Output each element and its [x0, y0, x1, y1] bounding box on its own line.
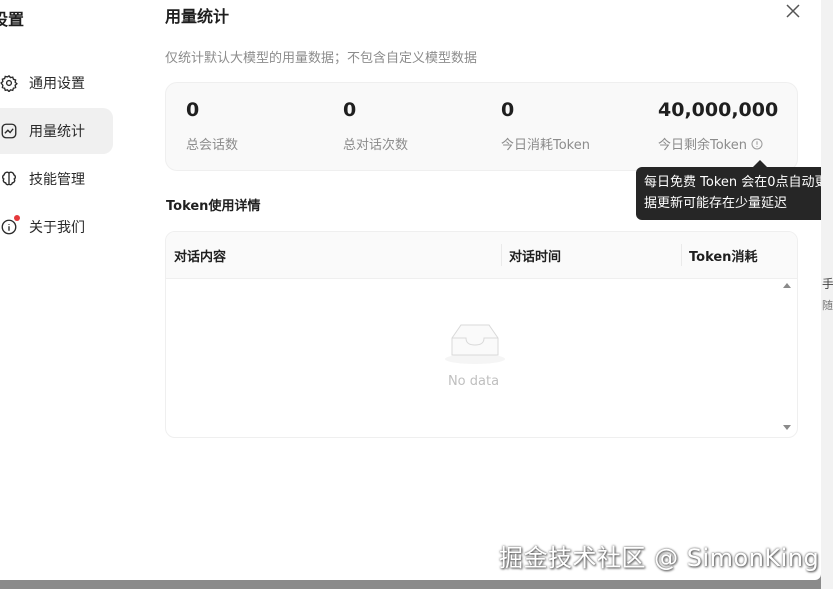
- stat-total-conversations-value: 0: [343, 99, 357, 121]
- info-icon: [0, 215, 20, 236]
- sidebar-item-label: 用量统计: [29, 124, 85, 140]
- scroll-up-arrow[interactable]: [783, 283, 791, 288]
- token-usage-table: 对话内容 对话时间 Token消耗 No data: [165, 231, 798, 438]
- column-divider: [681, 244, 682, 266]
- column-header-time[interactable]: 对话时间: [509, 246, 561, 265]
- table-header: 对话内容 对话时间 Token消耗: [166, 232, 797, 279]
- close-icon: [786, 4, 800, 18]
- gear-icon: [0, 74, 18, 92]
- page-title: 用量统计: [165, 7, 230, 26]
- background-text: 随: [822, 299, 833, 312]
- background-text: 手: [822, 277, 833, 291]
- sidebar-item-skills[interactable]: 技能管理: [0, 156, 113, 202]
- close-button[interactable]: [783, 1, 803, 21]
- stat-total-conversations-label: 总对话次数: [343, 138, 409, 153]
- column-header-content[interactable]: 对话内容: [174, 246, 226, 265]
- brain-icon: [0, 170, 18, 188]
- empty-state-text: No data: [447, 374, 500, 389]
- stats-card: 0 总会话数 0 总对话次数 0 今日消耗Token 40,000,000 今日…: [165, 82, 798, 171]
- page-subtitle: 仅统计默认大模型的用量数据；不包含自定义模型数据: [165, 51, 478, 66]
- tooltip-line: 据更新可能存在少量延迟: [644, 196, 788, 211]
- chart-icon: [0, 122, 18, 140]
- stat-total-sessions-value: 0: [186, 99, 200, 121]
- sidebar-item-about[interactable]: 关于我们: [0, 204, 113, 250]
- stat-today-remaining-label: 今日剩余Token: [658, 134, 763, 153]
- sidebar-item-general[interactable]: 通用设置: [0, 60, 113, 106]
- stat-today-consumed-label: 今日消耗Token: [501, 138, 590, 153]
- stat-today-consumed-value: 0: [501, 99, 515, 121]
- sidebar-item-label: 关于我们: [29, 220, 85, 236]
- background-page: [821, 0, 833, 589]
- scroll-down-arrow[interactable]: [783, 425, 791, 430]
- section-title: Token使用详情: [166, 199, 261, 214]
- column-divider: [501, 244, 502, 266]
- sidebar-item-label: 技能管理: [29, 172, 85, 188]
- settings-modal: 设置 通用设置 用量统计 技能管理 关于我们 用量统计 仅统计默认大模型的用量数…: [0, 0, 821, 580]
- sidebar-title: 设置: [0, 10, 25, 29]
- info-circle-icon[interactable]: [751, 138, 763, 150]
- tooltip-line: 每日免费 Token 会在0点自动更: [644, 175, 821, 190]
- stat-total-sessions-label: 总会话数: [186, 138, 239, 153]
- stat-today-remaining-value: 40,000,000: [658, 99, 779, 121]
- notification-badge: [14, 215, 20, 221]
- sidebar-item-usage[interactable]: 用量统计: [0, 108, 113, 154]
- tooltip-arrow: [753, 160, 767, 167]
- token-tooltip: 每日免费 Token 会在0点自动更 据更新可能存在少量延迟: [636, 167, 821, 220]
- empty-inbox-icon: [445, 324, 505, 364]
- watermark: 掘金技术社区 @ SimonKing: [499, 544, 820, 572]
- sidebar-item-label: 通用设置: [29, 76, 85, 92]
- column-header-tokens[interactable]: Token消耗: [689, 246, 757, 265]
